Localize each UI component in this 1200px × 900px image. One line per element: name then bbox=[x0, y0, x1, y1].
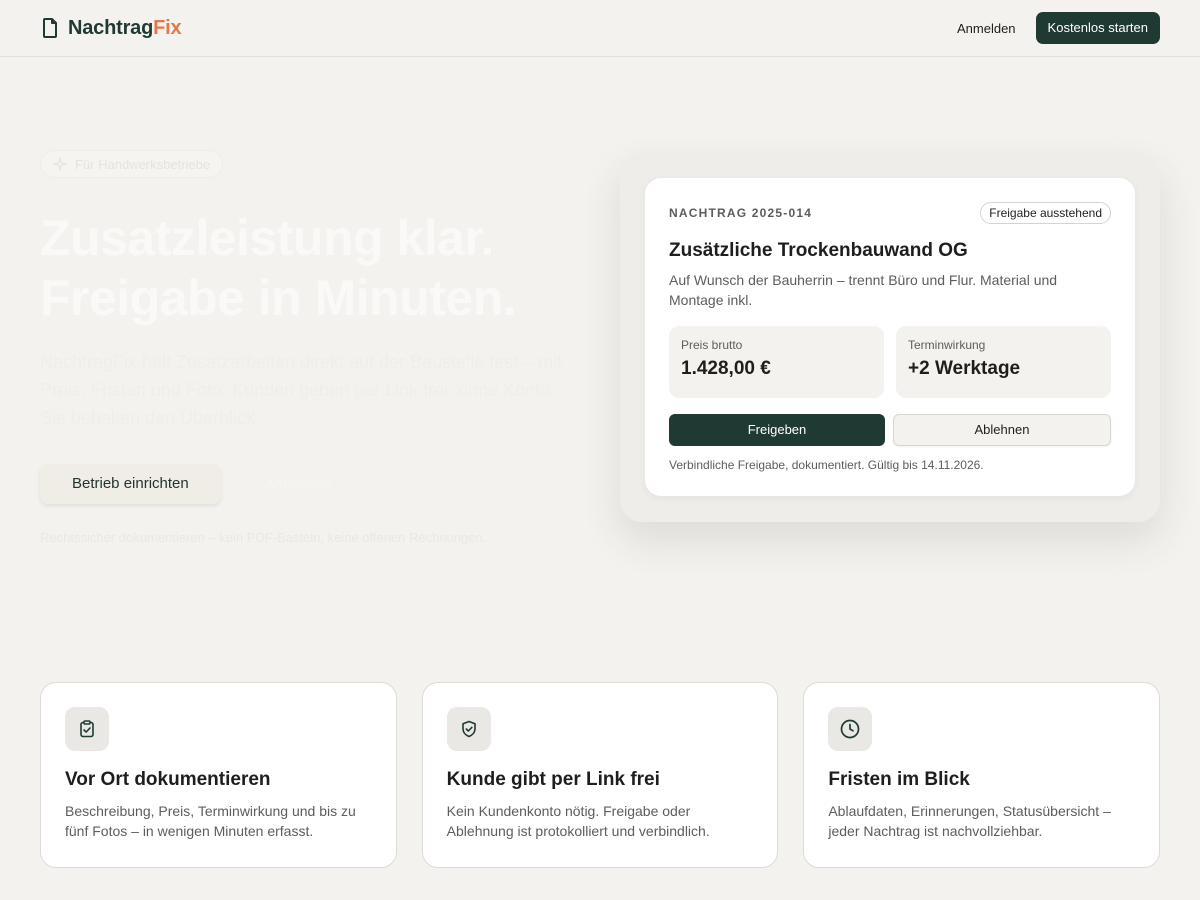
schedule-stat: Terminwirkung +2 Werktage bbox=[896, 326, 1111, 398]
feature-card: Fristen im Blick Ablaufdaten, Erinnerung… bbox=[803, 682, 1161, 868]
price-label: Preis brutto bbox=[681, 338, 743, 352]
hero-headline-line2: Freigabe in Minuten. bbox=[40, 270, 517, 326]
feature-title: Kunde gibt per Link frei bbox=[446, 769, 660, 790]
change-order-id: NACHTRAG 2025-014 bbox=[669, 206, 813, 220]
hero-cta-row: Betrieb einrichten Anmelden bbox=[40, 464, 600, 504]
change-order-title: Zusätzliche Trockenbauwand OG bbox=[669, 240, 968, 261]
feature-description: Beschreibung, Preis, Terminwirkung und b… bbox=[65, 803, 356, 839]
schedule-label: Terminwirkung bbox=[908, 338, 986, 352]
hero-section: Für Handwerksbetriebe Zusatzleistung kla… bbox=[40, 150, 600, 545]
change-order-description: Auf Wunsch der Bauherrin – trennt Büro u… bbox=[669, 272, 1058, 308]
hero-login-link[interactable]: Anmelden bbox=[265, 476, 333, 493]
card-header: NACHTRAG 2025-014 Freigabe ausstehend bbox=[669, 202, 1111, 224]
feature-title: Vor Ort dokumentieren bbox=[65, 769, 271, 790]
hero-headline: Zusatzleistung klar. Freigabe in Minuten… bbox=[40, 208, 600, 328]
sparkle-icon bbox=[53, 157, 67, 171]
schedule-value: +2 Werktage bbox=[908, 358, 1021, 379]
logo-text: NachtragFix bbox=[68, 16, 182, 40]
status-badge: Freigabe ausstehend bbox=[980, 202, 1111, 224]
price-value: 1.428,00 € bbox=[681, 358, 771, 379]
logo-text-part2: Fix bbox=[153, 16, 182, 39]
feature-icon-wrap bbox=[65, 707, 109, 751]
hero-subcopy: NachtragFix hält Zusatzarbeiten direkt a… bbox=[40, 352, 563, 428]
setup-business-button[interactable]: Betrieb einrichten bbox=[40, 464, 221, 504]
logo[interactable]: NachtragFix bbox=[40, 16, 182, 40]
card-note: Verbindliche Freigabe, dokumentiert. Gül… bbox=[669, 458, 984, 472]
feature-icon-wrap bbox=[446, 707, 491, 751]
approve-button[interactable]: Freigeben bbox=[669, 414, 885, 446]
shield-check-icon bbox=[461, 720, 476, 738]
clipboard-check-icon bbox=[80, 720, 94, 738]
feature-icon-wrap bbox=[828, 707, 873, 751]
feature-description: Kein Kundenkonto nötig. Freigabe oder Ab… bbox=[446, 803, 710, 839]
feature-description: Ablaufdaten, Erinnerungen, Statusübersic… bbox=[828, 803, 1111, 839]
feature-list: Vor Ort dokumentieren Beschreibung, Prei… bbox=[40, 682, 1161, 868]
document-icon bbox=[43, 18, 57, 38]
audience-badge-label: Für Handwerksbetriebe bbox=[75, 156, 211, 172]
hero-headline-line1: Zusatzleistung klar. bbox=[40, 210, 495, 266]
top-nav: NachtragFix Anmelden Kostenlos starten bbox=[0, 0, 1200, 57]
feature-card: Kunde gibt per Link frei Kein Kundenkont… bbox=[421, 682, 779, 868]
price-stat: Preis brutto 1.428,00 € bbox=[669, 326, 884, 398]
start-free-button[interactable]: Kostenlos starten bbox=[1035, 12, 1160, 44]
card-actions: Freigeben Ablehnen bbox=[669, 414, 1111, 446]
change-order-card: NACHTRAG 2025-014 Freigabe ausstehend Zu… bbox=[645, 178, 1135, 496]
stat-row: Preis brutto 1.428,00 € Terminwirkung +2… bbox=[669, 326, 1111, 398]
nav-actions: Anmelden Kostenlos starten bbox=[957, 12, 1160, 44]
clock-icon bbox=[840, 719, 860, 739]
audience-badge: Für Handwerksbetriebe bbox=[40, 150, 224, 178]
feature-card: Vor Ort dokumentieren Beschreibung, Prei… bbox=[40, 682, 397, 868]
logo-text-part1: Nachtrag bbox=[68, 16, 154, 39]
feature-title: Fristen im Blick bbox=[828, 769, 970, 790]
reject-button[interactable]: Ablehnen bbox=[893, 414, 1111, 446]
login-link[interactable]: Anmelden bbox=[957, 21, 1016, 36]
preview-card-frame: NACHTRAG 2025-014 Freigabe ausstehend Zu… bbox=[620, 153, 1160, 522]
hero-fineprint: Rechtssicher dokumentieren – kein PDF-Ba… bbox=[40, 530, 487, 545]
